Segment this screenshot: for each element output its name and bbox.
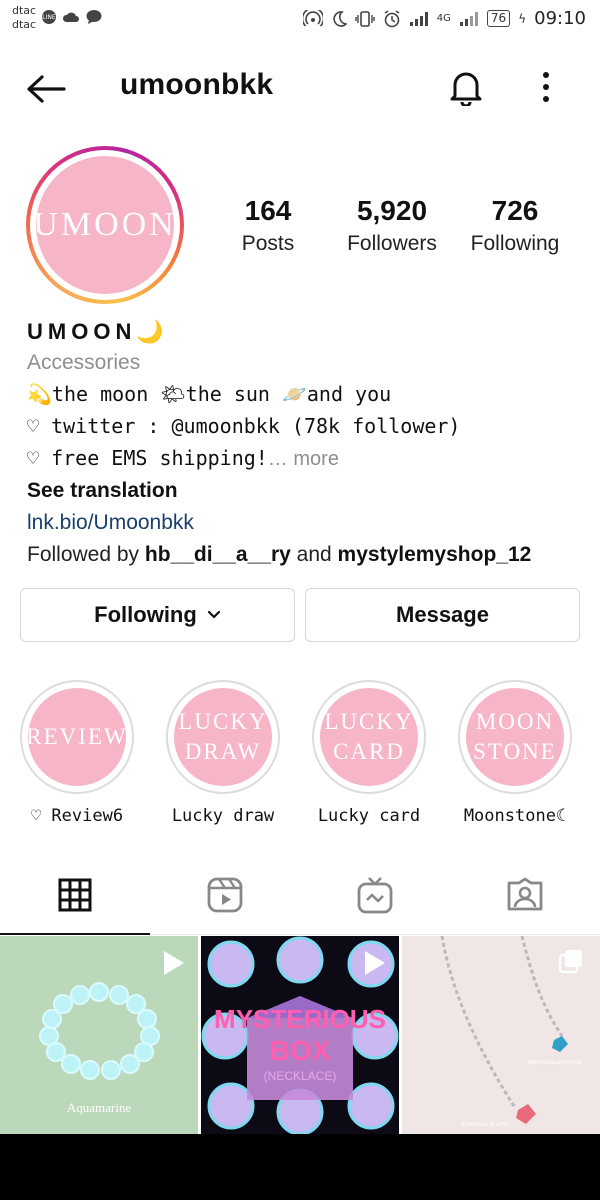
carrier-1: dtac [12,4,37,17]
network-type: 4G [436,13,451,24]
carrier-2: dtac [12,18,37,31]
bio-line-2: ♡ twitter : @umoonbkk (78k follower) [27,414,461,438]
bio-line-3-text: ♡ free EMS shipping! [27,446,268,470]
category-label: Accessories [27,351,141,374]
post-caption: Aquamarine [67,1100,131,1115]
post-thumbnail-2[interactable]: MYSTERIOUS BOX (NECKLACE) [201,936,399,1134]
tab-igtv[interactable] [300,856,450,934]
posts-label: Posts [241,232,295,255]
highlight-cover-text: REVIEW [26,724,128,749]
following-label: Following [470,232,560,255]
carousel-icon [558,950,582,974]
highlight-label: Lucky draw [171,806,275,826]
hotspot-icon [302,9,323,27]
stat-following[interactable]: 726 Following [460,194,570,258]
back-arrow-icon[interactable] [26,74,66,104]
grid-icon [58,878,92,912]
followers-label: Followers [347,232,437,255]
followers-count: 5,920 [356,195,428,226]
followed-by-user-2[interactable]: mystylemyshop_12 [338,543,532,566]
reel-play-icon [164,951,184,975]
profile-bio: UMOON🌙 Accessories 💫the moon 🌤the sun 🪐a… [27,318,587,571]
igtv-icon [357,877,393,914]
tab-reels[interactable] [150,856,300,934]
moon-icon [333,10,347,27]
post-title-1: MYSTERIOUS [214,1004,386,1034]
highlight-review[interactable]: REVIEW ♡ Review6 [7,680,147,826]
profile-header: umoonbkk [0,56,600,120]
story-ring[interactable]: UMOON [26,146,184,304]
highlight-cover-text: LUCKY [178,709,268,734]
see-translation-link[interactable]: See translation [27,475,587,507]
post-subtitle: (NECKLACE) [264,1069,337,1083]
charging-icon: ϟ [518,11,527,26]
bio-link[interactable]: lnk.bio/Umoonbkk [27,507,587,539]
display-name: UMOON🌙 [27,319,169,344]
signal-icon [409,11,428,26]
reel-play-icon [365,951,385,975]
bio-line-1: 💫the moon 🌤the sun 🪐and you [27,382,392,406]
cloud-icon [62,12,79,22]
post-caption-2: Eve/rose quartz [462,1121,509,1128]
highlight-cover-text: DRAW [184,739,262,764]
bell-icon[interactable] [448,68,484,106]
chat-icon [86,10,102,24]
highlight-lucky-draw[interactable]: LUCKY DRAW Lucky draw [153,680,293,826]
reels-icon [207,877,243,913]
highlight-label: Moonstone☾ [463,806,567,826]
clock: 09:10 [534,8,586,29]
following-button-label: Following [94,602,197,627]
system-nav-bar [0,1134,600,1200]
highlight-cover: REVIEW [26,688,128,786]
posts-count: 164 [244,195,292,226]
bio-line-3: ♡ free EMS shipping!… more [27,442,587,475]
alarm-icon [384,9,400,27]
highlight-lucky-card[interactable]: LUCKY CARD Lucky card [299,680,439,826]
highlight-label: Lucky card [317,806,421,826]
profile-tabs [0,856,600,935]
profile-username: umoonbkk [120,68,274,101]
avatar: UMOON [33,156,177,294]
highlight-cover: LUCKY DRAW [174,688,272,786]
more-vertical-icon[interactable] [536,70,556,104]
followed-by[interactable]: Followed by hb__di__a__ry and mystylemys… [27,539,587,571]
message-button[interactable]: Message [305,588,580,642]
post-thumbnail-1[interactable]: Aquamarine [0,936,198,1134]
post-title-2: BOX [270,1035,331,1066]
following-count: 726 [491,195,539,226]
highlight-cover-text: LUCKY [324,709,414,734]
avatar-logo-text: UMOON [33,206,177,243]
tab-grid[interactable] [0,856,150,935]
highlight-cover: LUCKY CARD [320,688,418,786]
more-link[interactable]: … more [268,448,339,470]
post-thumbnail-3[interactable]: Aden/aquamarine Eve/rose quartz [402,936,600,1134]
carrier-labels: dtac dtac [12,4,36,32]
post-grid: Aquamarine MYSTERIOUS BOX (NECKLACE) Ade… [0,936,600,1134]
highlight-cover-text: STONE [473,739,557,764]
status-bar: dtac dtac LINE 4G 76 ϟ 09:10 [0,0,600,44]
signal-icon-2 [459,11,478,26]
message-button-label: Message [396,602,489,627]
post-caption-1: Aden/aquamarine [528,1059,582,1066]
followed-by-and: and [290,543,338,566]
stat-followers[interactable]: 5,920 Followers [336,194,448,258]
highlight-label: ♡ Review6 [30,806,124,826]
highlight-cover: MOON STONE [466,688,564,786]
vibrate-icon [355,10,375,27]
followed-by-prefix: Followed by [27,543,145,566]
following-button[interactable]: Following [20,588,295,642]
highlight-cover-text: CARD [333,739,405,764]
stat-posts[interactable]: 164 Posts [228,194,308,258]
tab-tagged[interactable] [450,856,600,934]
battery-level: 76 [486,10,511,27]
chevron-down-icon [207,610,220,619]
highlight-moonstone[interactable]: MOON STONE Moonstone☾ [445,680,585,826]
tagged-icon [507,877,543,911]
system-status: 4G 76 ϟ 09:10 [302,8,586,29]
highlight-cover-text: MOON [475,709,555,734]
followed-by-user-1[interactable]: hb__di__a__ry [145,543,291,566]
line-app-icon: LINE [42,10,56,24]
notification-icons: LINE [42,10,102,24]
